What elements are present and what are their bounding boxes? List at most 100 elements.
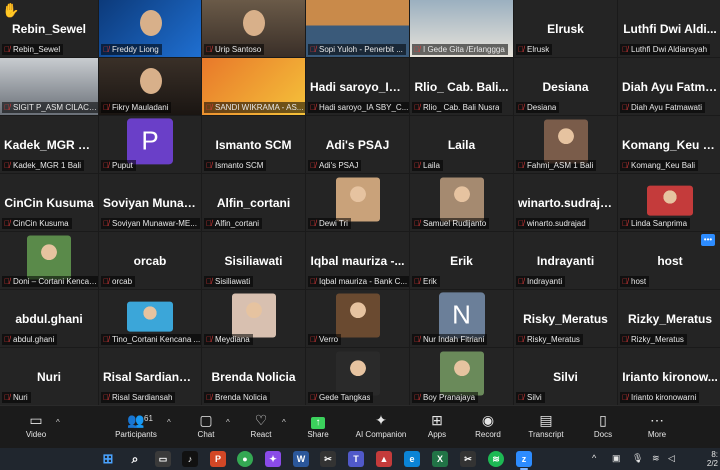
participant-tile[interactable]: Brenda Nolicia 🎙̸ Brenda Nolicia [202, 348, 305, 405]
participant-tile[interactable]: Nuri 🎙̸ Nuri [0, 348, 98, 405]
participant-tile[interactable]: 🎙̸ Meydiana [202, 290, 305, 347]
participant-name-label: 🎙̸ Silvi [516, 392, 545, 403]
transcript-button[interactable]: ▤ Transcript [514, 410, 578, 439]
wifi-icon[interactable]: ≋ [652, 453, 660, 464]
participant-tile[interactable]: CinCin Kusuma 🎙̸ CinCin Kusuma [0, 174, 98, 231]
participant-name: Dewi Tri [319, 219, 348, 228]
participant-tile[interactable]: P 🎙̸ Puput [99, 116, 201, 173]
participant-tile[interactable]: Hadi saroyo_IA... 🎙̸ Hadi saroyo_IA SBY_C.… [306, 58, 409, 115]
participant-name-label: 🎙̸ Urip Santoso [204, 44, 265, 55]
gallery-options-button[interactable]: ••• [701, 234, 715, 246]
participant-name-label: 🎙̸ Fikry Mauladani [101, 102, 172, 113]
participant-tile[interactable]: Erik 🎙̸ Erik [410, 232, 513, 289]
participant-tile[interactable]: orcab 🎙̸ orcab [99, 232, 201, 289]
participant-tile[interactable]: 🎙̸ SIGIT P_ASM CILACAP [0, 58, 98, 115]
tray-app-icon[interactable]: ▣ [612, 453, 621, 464]
participant-tile[interactable]: Soviyan Munaw... 🎙̸ Soviyan Munawar-ME... [99, 174, 201, 231]
volume-icon[interactable]: ◁ [668, 453, 675, 464]
participant-name: Fahmi_ASM 1 Bali [527, 161, 594, 170]
record-button[interactable]: ◉ Record [456, 410, 520, 439]
participant-tile[interactable]: Risky_Meratus 🎙̸ Risky_Meratus [514, 290, 617, 347]
participant-tile[interactable]: 🎙̸ Tino_Cortani Kencana ... [99, 290, 201, 347]
muted-mic-icon: 🎙̸ [622, 335, 628, 344]
participant-tile[interactable]: Komang_Keu Bali 🎙̸ Komang_Keu Bali [618, 116, 720, 173]
ai-companion-button[interactable]: ✦ AI Companion [349, 410, 413, 439]
powerpoint-icon[interactable]: P [210, 451, 226, 467]
chrome-icon[interactable]: ● [237, 451, 253, 467]
capcut-icon[interactable]: ✂ [320, 451, 336, 467]
participant-tile[interactable]: winarto.sudrajad 🎙̸ winarto.sudrajad [514, 174, 617, 231]
participant-display-name: Risky_Meratus [523, 311, 608, 326]
participant-tile[interactable]: Desiana 🎙̸ Desiana [514, 58, 617, 115]
participant-tile[interactable]: Iqbal mauriza -... 🎙̸ Iqbal mauriza - Bank… [306, 232, 409, 289]
participant-tile[interactable]: 🎙̸ SANDI WIKRAMA - AS... [202, 58, 305, 115]
participant-tile[interactable]: N 🎙̸ Nur Indah Fitriani [410, 290, 513, 347]
participant-name-label: 🎙̸ Tino_Cortani Kencana ... [101, 334, 201, 345]
participant-tile[interactable]: Diah Ayu Fatma... 🎙̸ Diah Ayu Fatmawati [618, 58, 720, 115]
participant-tile[interactable]: 🎙̸ Fikry Mauladani [99, 58, 201, 115]
muted-mic-icon: 🎙̸ [103, 103, 109, 112]
participant-tile[interactable]: 🎙̸ Linda Sanprima [618, 174, 720, 231]
participant-tile[interactable]: Adi's PSAJ 🎙̸ Adi's PSAJ [306, 116, 409, 173]
participant-tile[interactable]: Rizky_Meratus 🎙̸ Rizky_Meratus [618, 290, 720, 347]
participant-tile[interactable]: Rlio_ Cab. Bali... 🎙̸ Rlio_ Cab. Bali Nusr… [410, 58, 513, 115]
participant-tile[interactable]: 🎙̸ I Gede Gita /Erlanggga [410, 0, 513, 57]
task-view-icon[interactable]: ▭ [155, 451, 171, 467]
participant-tile[interactable]: 🎙̸ Boy Pranajaya [410, 348, 513, 405]
microphone-icon[interactable]: 🎙 [632, 453, 643, 464]
video-options-caret[interactable]: ^ [56, 418, 60, 427]
search-icon[interactable]: ⌕ [127, 451, 143, 467]
participant-tile[interactable]: 🎙̸ Gede Tangkas [306, 348, 409, 405]
participant-tile[interactable]: Ismanto SCM 🎙̸ Ismanto SCM [202, 116, 305, 173]
more-button[interactable]: ⋯ More [625, 410, 689, 439]
teams-icon[interactable]: T [348, 451, 364, 467]
spotify-icon[interactable]: ≋ [488, 451, 504, 467]
windows-taskbar: ⊞ ⌕ ▭ ♪ P ● ✦ W ✂ T ▲ e X ✂ ≋ z ^ ▣ 🎙 ≋ … [0, 448, 720, 470]
participant-tile[interactable]: 🎙̸ Sopi Yuloh - Penerbit ... [306, 0, 409, 57]
participant-tile[interactable]: 🎙̸ Samuel Rudijanto [410, 174, 513, 231]
participant-display-name: CinCin Kusuma [4, 195, 94, 210]
muted-mic-icon: 🎙̸ [206, 103, 212, 112]
edge-icon[interactable]: e [404, 451, 420, 467]
participant-name: Diah Ayu Fatmawati [631, 103, 702, 112]
participant-name: Rebin_Sewel [13, 45, 61, 54]
zoom-icon[interactable]: z [516, 451, 532, 470]
participants-options-caret[interactable]: ^ [167, 418, 171, 427]
muted-mic-icon: 🎙̸ [4, 393, 10, 402]
participant-display-name: Sisiliawati [224, 253, 283, 268]
participant-tile[interactable]: ✋ Rebin_Sewel 🎙̸ Rebin_Sewel [0, 0, 98, 57]
participant-tile[interactable]: abdul.ghani 🎙̸ abdul.ghani [0, 290, 98, 347]
copilot-icon[interactable]: ✦ [265, 451, 281, 467]
chat-label: Chat [197, 430, 215, 439]
participant-tile[interactable]: Irianto kironow... 🎙̸ Irianto kironowarni [618, 348, 720, 405]
participants-button[interactable]: 👥 61 Participants [104, 410, 168, 439]
system-clock[interactable]: 8: 2/2 [707, 450, 718, 468]
muted-mic-icon: 🎙̸ [4, 103, 10, 112]
participant-tile[interactable]: Sisiliawati 🎙̸ Sisiliawati [202, 232, 305, 289]
share-button[interactable]: ↑ Share [286, 410, 350, 439]
participant-tile[interactable]: Luthfi Dwi Aldi... 🎙̸ Luthfi Dwi Aldiansya… [618, 0, 720, 57]
participant-tile[interactable]: 🎙̸ Doni – Cortani Kencan... [0, 232, 98, 289]
tiktok-icon[interactable]: ♪ [182, 451, 198, 467]
participant-name-label: 🎙̸ Boy Pranajaya [412, 392, 479, 403]
participant-tile[interactable]: Kadek_MGR 1 B... 🎙̸ Kadek_MGR 1 Bali [0, 116, 98, 173]
word-icon[interactable]: W [293, 451, 309, 467]
capcut-icon-2[interactable]: ✂ [460, 451, 476, 467]
participant-tile[interactable]: 🎙̸ Freddy Liong [99, 0, 201, 57]
participant-tile[interactable]: Elrusk 🎙̸ Elrusk [514, 0, 617, 57]
participant-tile[interactable]: Laila 🎙̸ Laila [410, 116, 513, 173]
participant-display-name: Rlio_ Cab. Bali... [414, 79, 509, 94]
participant-tile[interactable]: Risal Sardiansah 🎙̸ Risal Sardiansah [99, 348, 201, 405]
participant-tile[interactable]: 🎙̸ Verro [306, 290, 409, 347]
participant-tile[interactable]: Silvi 🎙̸ Silvi [514, 348, 617, 405]
participant-tile[interactable]: 🎙̸ Dewi Tri [306, 174, 409, 231]
excel-icon[interactable]: X [432, 451, 448, 467]
windows-start-icon[interactable]: ⊞ [100, 451, 116, 467]
tray-overflow-icon[interactable]: ^ [592, 453, 596, 463]
participant-tile[interactable]: Alfin_cortani 🎙̸ Alfin_cortani [202, 174, 305, 231]
participant-tile[interactable]: 🎙̸ Fahmi_ASM 1 Bali [514, 116, 617, 173]
participant-tile[interactable]: 🎙̸ Urip Santoso [202, 0, 305, 57]
participant-tile[interactable]: Indrayanti 🎙̸ Indrayanti [514, 232, 617, 289]
muted-mic-icon: 🎙̸ [4, 219, 10, 228]
app-icon[interactable]: ▲ [376, 451, 392, 467]
